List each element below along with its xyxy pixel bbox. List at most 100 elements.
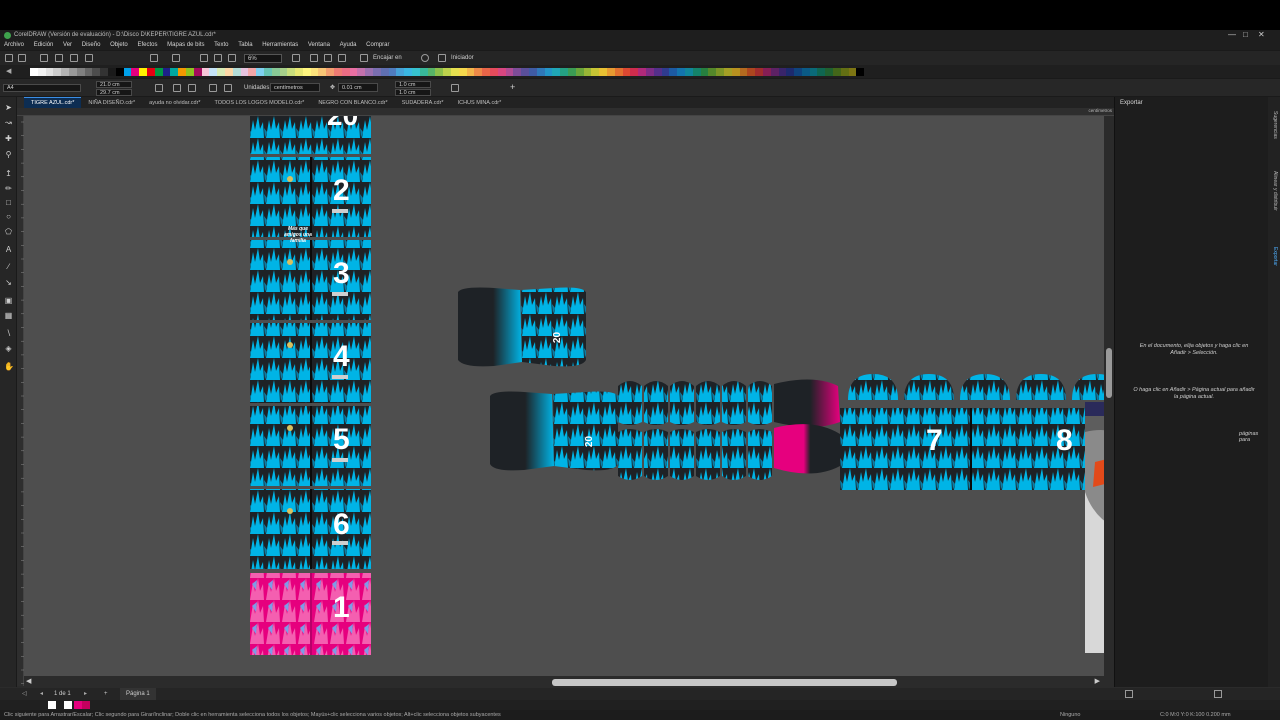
- show-guides-icon[interactable]: [338, 54, 346, 62]
- palette-swatch[interactable]: [373, 68, 381, 76]
- transparency-tool-icon[interactable]: ▦: [4, 311, 13, 320]
- palette-swatch[interactable]: [100, 68, 108, 76]
- zoom-status-icon[interactable]: [1125, 690, 1133, 698]
- palette-swatch[interactable]: [638, 68, 646, 76]
- palette-swatch[interactable]: [318, 68, 327, 76]
- rectangle-tool-icon[interactable]: □: [4, 198, 13, 207]
- palette-scroll-left-icon[interactable]: ◀: [6, 67, 11, 75]
- all-pages-icon[interactable]: [155, 84, 163, 92]
- palette-swatch[interactable]: [833, 68, 841, 76]
- palette-swatch[interactable]: [755, 68, 763, 76]
- palette-swatch[interactable]: [599, 68, 607, 76]
- menu-tabla[interactable]: Tabla: [238, 40, 252, 50]
- print-icon[interactable]: [85, 54, 93, 62]
- palette-swatch[interactable]: [388, 68, 397, 76]
- add-icon[interactable]: +: [510, 83, 515, 92]
- portrait-icon[interactable]: [173, 84, 181, 92]
- swatch-white-2[interactable]: [64, 701, 72, 709]
- palette-swatch[interactable]: [505, 68, 514, 76]
- palette-swatch[interactable]: [310, 68, 319, 76]
- palette-swatch[interactable]: [240, 68, 249, 76]
- palette-swatch[interactable]: [544, 68, 553, 76]
- palette-swatch[interactable]: [76, 68, 85, 76]
- palette-swatch[interactable]: [630, 68, 639, 76]
- horizontal-scroll-thumb[interactable]: [552, 679, 897, 686]
- menu-edicion[interactable]: Edición: [34, 40, 54, 50]
- palette-swatch[interactable]: [575, 68, 584, 76]
- palette-swatch[interactable]: [567, 68, 576, 76]
- units-select[interactable]: centímetros: [270, 83, 320, 92]
- publish-pdf-icon[interactable]: [228, 54, 236, 62]
- eyedropper-tool-icon[interactable]: ∖: [4, 329, 13, 338]
- duplicate-icon[interactable]: [209, 84, 217, 92]
- pan-tool-icon[interactable]: ✋: [4, 362, 14, 371]
- palette-swatch[interactable]: [84, 68, 93, 76]
- palette-swatch[interactable]: [739, 68, 748, 76]
- launcher-dropdown[interactable]: Iniciador: [451, 53, 474, 63]
- palette-swatch[interactable]: [817, 68, 826, 76]
- palette-swatch[interactable]: [856, 68, 865, 76]
- palette-swatch[interactable]: [334, 68, 342, 76]
- palette-swatch[interactable]: [669, 68, 678, 76]
- bleed-icon[interactable]: [224, 84, 232, 92]
- palette-swatch[interactable]: [45, 68, 54, 76]
- menu-herramientas[interactable]: Herramientas: [262, 40, 298, 50]
- palette-swatch[interactable]: [770, 68, 779, 76]
- ellipse-tool-icon[interactable]: ○: [4, 212, 13, 221]
- export-icon[interactable]: [214, 54, 222, 62]
- import-icon[interactable]: [200, 54, 208, 62]
- swatch-white[interactable]: [48, 701, 56, 709]
- palette-swatch[interactable]: [162, 68, 171, 76]
- menu-comprar[interactable]: Comprar: [366, 40, 389, 50]
- polygon-tool-icon[interactable]: ⬠: [4, 227, 13, 236]
- zoom-level-field[interactable]: 6%: [244, 54, 282, 63]
- palette-swatch[interactable]: [497, 68, 506, 76]
- docker-tab-export[interactable]: Exportar: [1270, 247, 1278, 266]
- palette-swatch[interactable]: [458, 68, 467, 76]
- palette-swatch[interactable]: [427, 68, 436, 76]
- undo-icon[interactable]: [150, 54, 158, 62]
- palette-swatch[interactable]: [762, 68, 771, 76]
- page-tab-1[interactable]: Página 1: [120, 688, 156, 700]
- upload-icon[interactable]: [70, 54, 78, 62]
- scroll-right-icon[interactable]: ▶: [1095, 677, 1100, 685]
- palette-swatch[interactable]: [435, 68, 444, 76]
- snap-to-icon[interactable]: [360, 54, 368, 62]
- palette-swatch[interactable]: [357, 68, 366, 76]
- palette-swatch[interactable]: [684, 68, 693, 76]
- cloud-icon[interactable]: [55, 54, 63, 62]
- palette-swatch[interactable]: [178, 68, 186, 76]
- palette-swatch[interactable]: [716, 68, 724, 76]
- menu-mapas-de-bits[interactable]: Mapas de bits: [167, 40, 204, 50]
- palette-swatch[interactable]: [614, 68, 623, 76]
- palette-swatch[interactable]: [848, 68, 857, 76]
- docker-tab-align[interactable]: Alinear y distribuir: [1270, 171, 1278, 211]
- menu-ayuda[interactable]: Ayuda: [340, 40, 357, 50]
- vertical-ruler[interactable]: [17, 116, 24, 686]
- palette-swatch[interactable]: [731, 68, 740, 76]
- palette-swatch[interactable]: [92, 68, 101, 76]
- palette-swatch[interactable]: [146, 68, 155, 76]
- duplicate-x-field[interactable]: 1.0 cm: [395, 81, 431, 88]
- palette-swatch[interactable]: [232, 68, 241, 76]
- palette-swatch[interactable]: [404, 68, 413, 76]
- landscape-icon[interactable]: [188, 84, 196, 92]
- palette-swatch[interactable]: [271, 68, 280, 76]
- palette-swatch[interactable]: [840, 68, 849, 76]
- palette-swatch[interactable]: [474, 68, 483, 76]
- connector-tool-icon[interactable]: ↘: [4, 278, 13, 287]
- palette-swatch[interactable]: [622, 68, 631, 76]
- palette-swatch[interactable]: [123, 68, 132, 76]
- launcher-icon[interactable]: [438, 54, 446, 62]
- next-page-icon[interactable]: ▸: [84, 688, 87, 700]
- shape-tool-icon[interactable]: ↝: [4, 118, 13, 127]
- tab-tigre-azul[interactable]: TIGRE AZUL.cdr*: [24, 97, 82, 108]
- crop-tool-icon[interactable]: ✚: [4, 134, 13, 143]
- horizontal-scrollbar[interactable]: ◀ ▶: [24, 676, 1114, 688]
- menu-efectos[interactable]: Efectos: [137, 40, 157, 50]
- close-button[interactable]: ✕: [1258, 30, 1265, 40]
- show-rulers-icon[interactable]: [310, 54, 318, 62]
- options-gear-icon[interactable]: [421, 54, 429, 62]
- palette-swatch[interactable]: [536, 68, 545, 76]
- palette-swatch[interactable]: [412, 68, 420, 76]
